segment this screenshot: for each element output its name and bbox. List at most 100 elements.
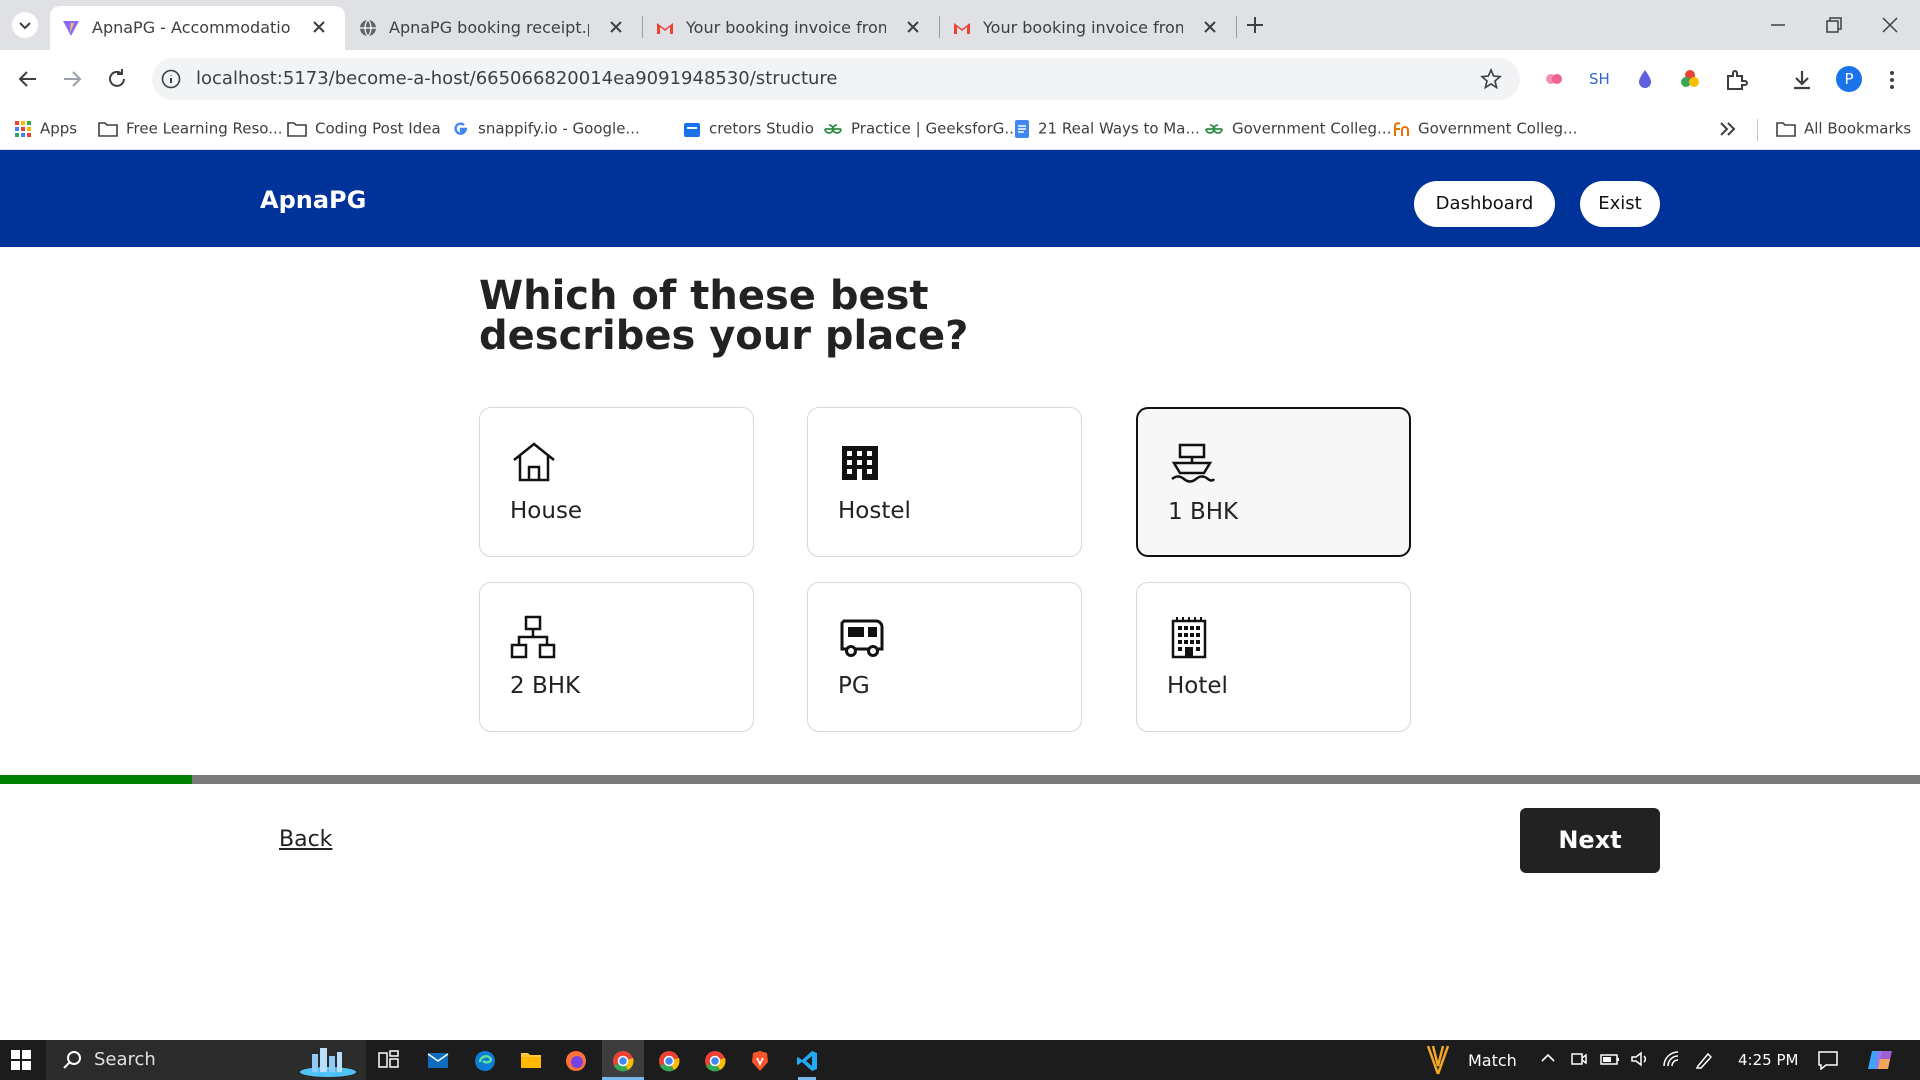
option-card-pg[interactable]: PG — [807, 582, 1082, 732]
restore-icon[interactable] — [1823, 14, 1845, 36]
tab-separator — [1236, 16, 1237, 38]
bookmark-apps[interactable]: Apps — [14, 118, 77, 138]
site-info-icon[interactable] — [160, 68, 182, 90]
chrome-icon[interactable] — [612, 1050, 634, 1072]
brave-icon[interactable] — [750, 1050, 770, 1072]
pen-icon[interactable] — [1694, 1050, 1714, 1070]
chevron-up-icon[interactable] — [1540, 1050, 1556, 1066]
gmail-icon — [954, 23, 970, 34]
profile-avatar[interactable]: P — [1836, 66, 1862, 92]
close-icon[interactable] — [606, 17, 626, 37]
copilot-icon[interactable] — [1866, 1047, 1894, 1073]
option-label: 1 BHK — [1168, 499, 1239, 525]
task-view-icon[interactable] — [378, 1050, 400, 1070]
new-tab-plus-icon[interactable] — [1243, 13, 1267, 37]
bookmark-government-college-1[interactable]: Government Colleg... — [1204, 118, 1391, 138]
color-wheel-extension-icon[interactable] — [1679, 68, 1701, 90]
tab-separator — [939, 16, 940, 38]
bookmark-snappify[interactable]: snappify.io - Google... — [452, 118, 640, 138]
address-bar[interactable]: localhost:5173/become-a-host/66506682001… — [152, 58, 1520, 100]
close-icon[interactable] — [309, 17, 329, 37]
chrome-icon[interactable] — [658, 1050, 680, 1072]
search-icon — [63, 1051, 81, 1069]
extensions-puzzle-icon[interactable] — [1724, 68, 1748, 92]
rv-icon — [840, 619, 884, 657]
sh-extension[interactable]: SH — [1589, 70, 1610, 88]
flower-extension-icon[interactable] — [1543, 68, 1565, 90]
taskbar-search-box[interactable]: Search — [46, 1040, 366, 1080]
windows-start-icon[interactable] — [11, 1050, 31, 1070]
tab-title: Your booking invoice from Apn — [686, 18, 886, 37]
next-button[interactable]: Next — [1520, 808, 1660, 873]
vscode-icon[interactable] — [796, 1050, 818, 1072]
reload-icon[interactable] — [105, 67, 129, 91]
back-arrow-icon[interactable] — [16, 67, 40, 91]
bookmark-21-real-ways[interactable]: 21 Real Ways to Ma... — [1014, 118, 1200, 138]
bookmark-star-icon[interactable] — [1480, 68, 1502, 90]
option-card-hotel[interactable]: Hotel — [1136, 582, 1411, 732]
weather-widget-label[interactable]: Match — [1468, 1051, 1517, 1070]
bookmark-cretors-studio[interactable]: cretors Studio — [683, 118, 814, 138]
bookmark-free-learning[interactable]: Free Learning Reso... — [98, 118, 283, 138]
option-label: Hotel — [1167, 673, 1228, 699]
exit-button[interactable]: Exist — [1580, 181, 1660, 227]
bookmark-coding-post[interactable]: Coding Post Idea — [287, 118, 441, 138]
tab-receipt-pdf[interactable]: ApnaPG booking receipt.pdf — [347, 6, 642, 50]
docs-icon — [1015, 119, 1029, 138]
progress-bar-fill — [0, 775, 192, 784]
tab-invoice-1[interactable]: Your booking invoice from Apn — [644, 6, 939, 50]
apps-grid-icon — [15, 120, 31, 137]
edge-browser-icon[interactable] — [474, 1050, 496, 1072]
more-vert-icon[interactable] — [1882, 68, 1902, 92]
bookmark-government-college-2[interactable]: Government Colleg... — [1392, 118, 1577, 138]
close-icon[interactable] — [1200, 17, 1220, 37]
close-icon[interactable] — [903, 17, 923, 37]
gmail-icon — [657, 23, 673, 34]
chrome-icon[interactable] — [704, 1050, 726, 1072]
chevron-double-right-icon[interactable] — [1718, 121, 1738, 137]
bookmarks-bar: Apps Free Learning Reso... Coding Post I… — [0, 108, 1920, 150]
page-title: Which of these best describes your place… — [479, 273, 969, 359]
option-card-house[interactable]: House — [479, 407, 754, 557]
ship-icon — [1171, 443, 1216, 483]
option-label: 2 BHK — [510, 673, 581, 699]
download-icon[interactable] — [1790, 68, 1814, 92]
battery-icon[interactable] — [1600, 1050, 1620, 1068]
url-text[interactable]: localhost:5173/become-a-host/66506682001… — [196, 68, 838, 89]
folder-icon — [1776, 121, 1796, 137]
fn-icon — [1394, 121, 1409, 136]
meet-now-icon[interactable] — [1570, 1050, 1588, 1068]
taskbar-search-label: Search — [94, 1049, 156, 1070]
option-label: PG — [838, 673, 870, 699]
window-close-icon[interactable] — [1879, 14, 1901, 36]
tab-title: ApnaPG booking receipt.pdf — [389, 18, 589, 37]
option-card-1bhk[interactable]: 1 BHK — [1136, 407, 1411, 557]
forward-arrow-icon[interactable] — [60, 67, 84, 91]
drop-extension-icon[interactable] — [1634, 68, 1656, 90]
dashboard-button[interactable]: Dashboard — [1414, 181, 1555, 227]
back-link[interactable]: Back — [279, 827, 332, 852]
tab-search-button[interactable] — [12, 12, 38, 38]
wifi-icon[interactable] — [1662, 1050, 1682, 1068]
google-icon — [454, 121, 468, 135]
firefox-icon[interactable] — [565, 1050, 587, 1072]
notification-icon[interactable] — [1817, 1050, 1839, 1070]
app-logo[interactable]: ApnaPG — [260, 186, 366, 214]
tab-invoice-2[interactable]: Your booking invoice from Apn — [941, 6, 1236, 50]
network-icon — [510, 615, 556, 659]
mail-icon[interactable] — [427, 1050, 449, 1070]
bookmark-geeksforgeeks[interactable]: Practice | GeeksforG... — [823, 118, 1019, 138]
option-card-2bhk[interactable]: 2 BHK — [479, 582, 754, 732]
taskbar-clock[interactable]: 4:25 PM — [1738, 1051, 1798, 1069]
progress-bar — [0, 775, 1920, 784]
windows-taskbar: Search Match 4:25 PM — [0, 1040, 1920, 1080]
studio-icon — [684, 122, 700, 137]
minimize-icon[interactable] — [1767, 14, 1789, 36]
bookmark-all-bookmarks[interactable]: All Bookmarks — [1776, 118, 1911, 138]
match-widget-icon[interactable] — [1424, 1044, 1452, 1076]
tab-apnapg[interactable]: ApnaPG - Accommodation Solu — [50, 6, 345, 50]
file-explorer-icon[interactable] — [520, 1050, 542, 1070]
vite-icon — [63, 21, 79, 36]
option-card-hostel[interactable]: Hostel — [807, 407, 1082, 557]
volume-icon[interactable] — [1630, 1050, 1650, 1068]
